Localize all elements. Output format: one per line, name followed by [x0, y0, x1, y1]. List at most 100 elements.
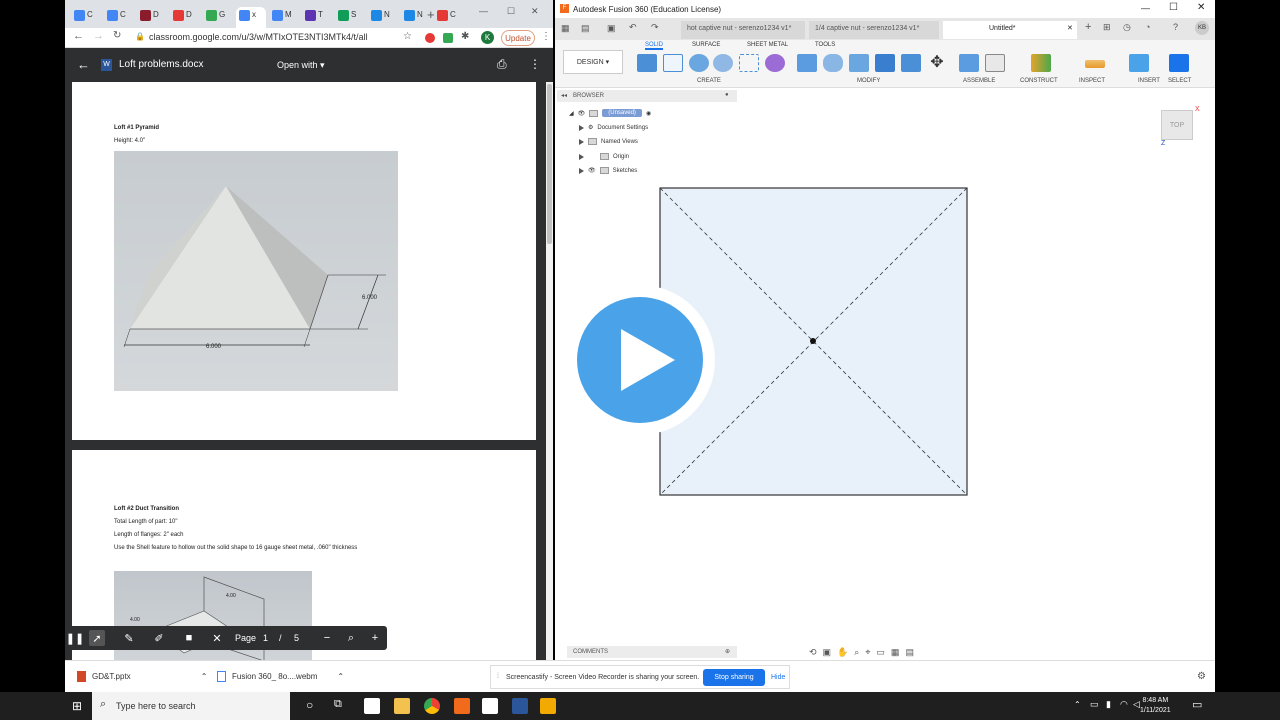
zoom-icon[interactable]: ⌕	[854, 647, 859, 658]
browser-tab[interactable]: N	[401, 7, 423, 25]
collapse-icon[interactable]: ◂◂	[561, 92, 567, 99]
fillet-icon[interactable]	[823, 54, 843, 72]
url-text[interactable]: classroom.google.com/u/3/w/MTIxOTE3NTI3M…	[149, 32, 368, 42]
pan-icon[interactable]: ✋	[837, 647, 848, 658]
pattern-icon[interactable]	[739, 54, 759, 72]
tray-chevron-icon[interactable]: ⌃	[1074, 700, 1081, 709]
group-construct[interactable]: CONSTRUCT	[1020, 78, 1058, 84]
page-current[interactable]: 1	[263, 633, 268, 643]
joint-icon[interactable]	[985, 54, 1005, 72]
combine-icon[interactable]	[901, 54, 921, 72]
notifications-icon[interactable]: ▭	[1192, 698, 1202, 711]
browser-tab[interactable]: N	[368, 7, 390, 25]
battery-icon[interactable]: ▮	[1106, 699, 1111, 710]
browser-tab[interactable]: G	[203, 7, 225, 25]
drag-handle-icon[interactable]: ⁞	[497, 673, 499, 680]
tree-item-sketches[interactable]: 👁 Sketches	[579, 167, 637, 174]
look-at-icon[interactable]: ▣	[823, 647, 832, 658]
back-icon[interactable]: ←	[73, 30, 84, 42]
group-insert[interactable]: INSERT	[1138, 78, 1160, 84]
viewcube[interactable]: TOP	[1161, 110, 1193, 140]
cursor-icon[interactable]: ➚	[89, 630, 105, 646]
volume-icon[interactable]: ◁	[1133, 699, 1140, 710]
bookmark-star-icon[interactable]: ☆	[403, 31, 412, 42]
puzzle-icon[interactable]: ✱	[461, 31, 469, 42]
tree-item-document-settings[interactable]: ⚙ Document Settings	[579, 124, 648, 131]
close-icon[interactable]: ✕	[209, 630, 225, 646]
notifications-icon[interactable]: ◔	[1145, 22, 1150, 32]
zoom-icon[interactable]: ⌕	[343, 630, 359, 646]
group-inspect[interactable]: INSPECT	[1079, 78, 1105, 84]
download-item[interactable]: GD&T.pptx ⌃	[77, 671, 207, 682]
doc-tab[interactable]: 1/4 captive nut - serenzo1234 v1*	[809, 21, 939, 39]
grid-menu-icon[interactable]: ▦	[561, 23, 570, 34]
zoom-in-icon[interactable]: +	[367, 630, 383, 646]
stop-sharing-button[interactable]: Stop sharing	[703, 669, 765, 686]
profile-avatar[interactable]: K	[481, 31, 494, 44]
add-comment-icon[interactable]: ⊕	[725, 648, 730, 655]
scrollbar[interactable]	[546, 82, 553, 660]
comments-panel[interactable]: COMMENTS ⊕	[567, 646, 737, 658]
center-point[interactable]	[810, 338, 816, 344]
redo-icon[interactable]: ↷	[651, 22, 659, 33]
fit-icon[interactable]: ⌖	[865, 647, 870, 658]
save-icon[interactable]: ▣	[607, 23, 616, 34]
viewports-icon[interactable]: ▤	[905, 647, 914, 658]
tree-root[interactable]: ◢ 👁 (Unsaved) ◉	[569, 109, 651, 117]
job-status-icon[interactable]: ◷	[1123, 22, 1131, 33]
group-modify[interactable]: MODIFY	[857, 78, 880, 84]
expand-icon[interactable]	[579, 153, 584, 160]
scrollbar-thumb[interactable]	[547, 84, 552, 244]
play-button[interactable]	[577, 297, 703, 423]
user-avatar[interactable]: KB	[1195, 21, 1209, 35]
help-icon[interactable]: ?	[1173, 22, 1178, 32]
expand-icon[interactable]	[579, 167, 584, 174]
tree-item-named-views[interactable]: Named Views	[579, 138, 638, 145]
autocad-icon[interactable]	[482, 698, 498, 714]
press-pull-icon[interactable]	[797, 54, 817, 72]
inventor-icon[interactable]	[540, 698, 556, 714]
group-create[interactable]: CREATE	[697, 78, 721, 84]
open-with-button[interactable]: Open with ▾	[277, 60, 325, 71]
browser-tab[interactable]: S	[335, 7, 356, 25]
browser-tab[interactable]: D	[137, 7, 159, 25]
shell-icon[interactable]	[875, 54, 895, 72]
fusion360-icon[interactable]	[454, 698, 470, 714]
doc-tab-active[interactable]: Untitled* ✕	[943, 21, 1077, 39]
close-window-icon[interactable]: ✕	[531, 6, 539, 17]
more-icon[interactable]: ⋮	[529, 57, 541, 71]
tab-surface[interactable]: SURFACE	[692, 42, 720, 48]
download-item[interactable]: Fusion 360_ 8o....webm ⌃	[217, 671, 344, 682]
orbit-icon[interactable]: ⟲	[809, 647, 817, 658]
tab-solid[interactable]: SOLID	[645, 42, 664, 50]
hide-button[interactable]: Hide	[771, 674, 785, 681]
word-icon[interactable]	[512, 698, 528, 714]
extension-icon[interactable]	[425, 33, 435, 43]
forward-icon[interactable]: →	[93, 30, 104, 42]
insert-image-icon[interactable]	[1129, 54, 1149, 72]
visibility-icon[interactable]: 👁	[578, 110, 586, 117]
doc-tab[interactable]: hot captive nut - serenzo1234 v1*	[681, 21, 805, 39]
update-button[interactable]: Update	[501, 30, 535, 46]
tree-item-origin[interactable]: Origin	[579, 153, 629, 160]
file-icon[interactable]: ▤	[581, 23, 590, 34]
camera-icon[interactable]: ■	[181, 630, 197, 646]
grid-settings-icon[interactable]: ▦	[891, 647, 900, 658]
minimize-icon[interactable]: —	[1141, 3, 1150, 13]
new-component-icon[interactable]	[637, 54, 657, 72]
pin-icon[interactable]: ●	[725, 92, 729, 98]
browser-tab[interactable]: M	[269, 7, 292, 25]
move-icon[interactable]: ✥	[927, 54, 947, 72]
settings-icon[interactable]: ⚙	[1197, 671, 1206, 682]
chrome-icon[interactable]	[424, 698, 440, 714]
create-sketch-icon[interactable]	[663, 54, 683, 72]
reload-icon[interactable]: ↻	[113, 30, 121, 41]
revolve-icon[interactable]	[713, 54, 733, 72]
expand-icon[interactable]	[579, 138, 584, 145]
close-window-icon[interactable]: ✕	[1197, 2, 1205, 13]
browser-tab[interactable]: C	[71, 7, 93, 25]
menu-icon[interactable]: ⋮	[541, 31, 551, 42]
select-icon[interactable]	[1169, 54, 1189, 72]
form-icon[interactable]	[765, 54, 785, 72]
group-select[interactable]: SELECT	[1168, 78, 1191, 84]
